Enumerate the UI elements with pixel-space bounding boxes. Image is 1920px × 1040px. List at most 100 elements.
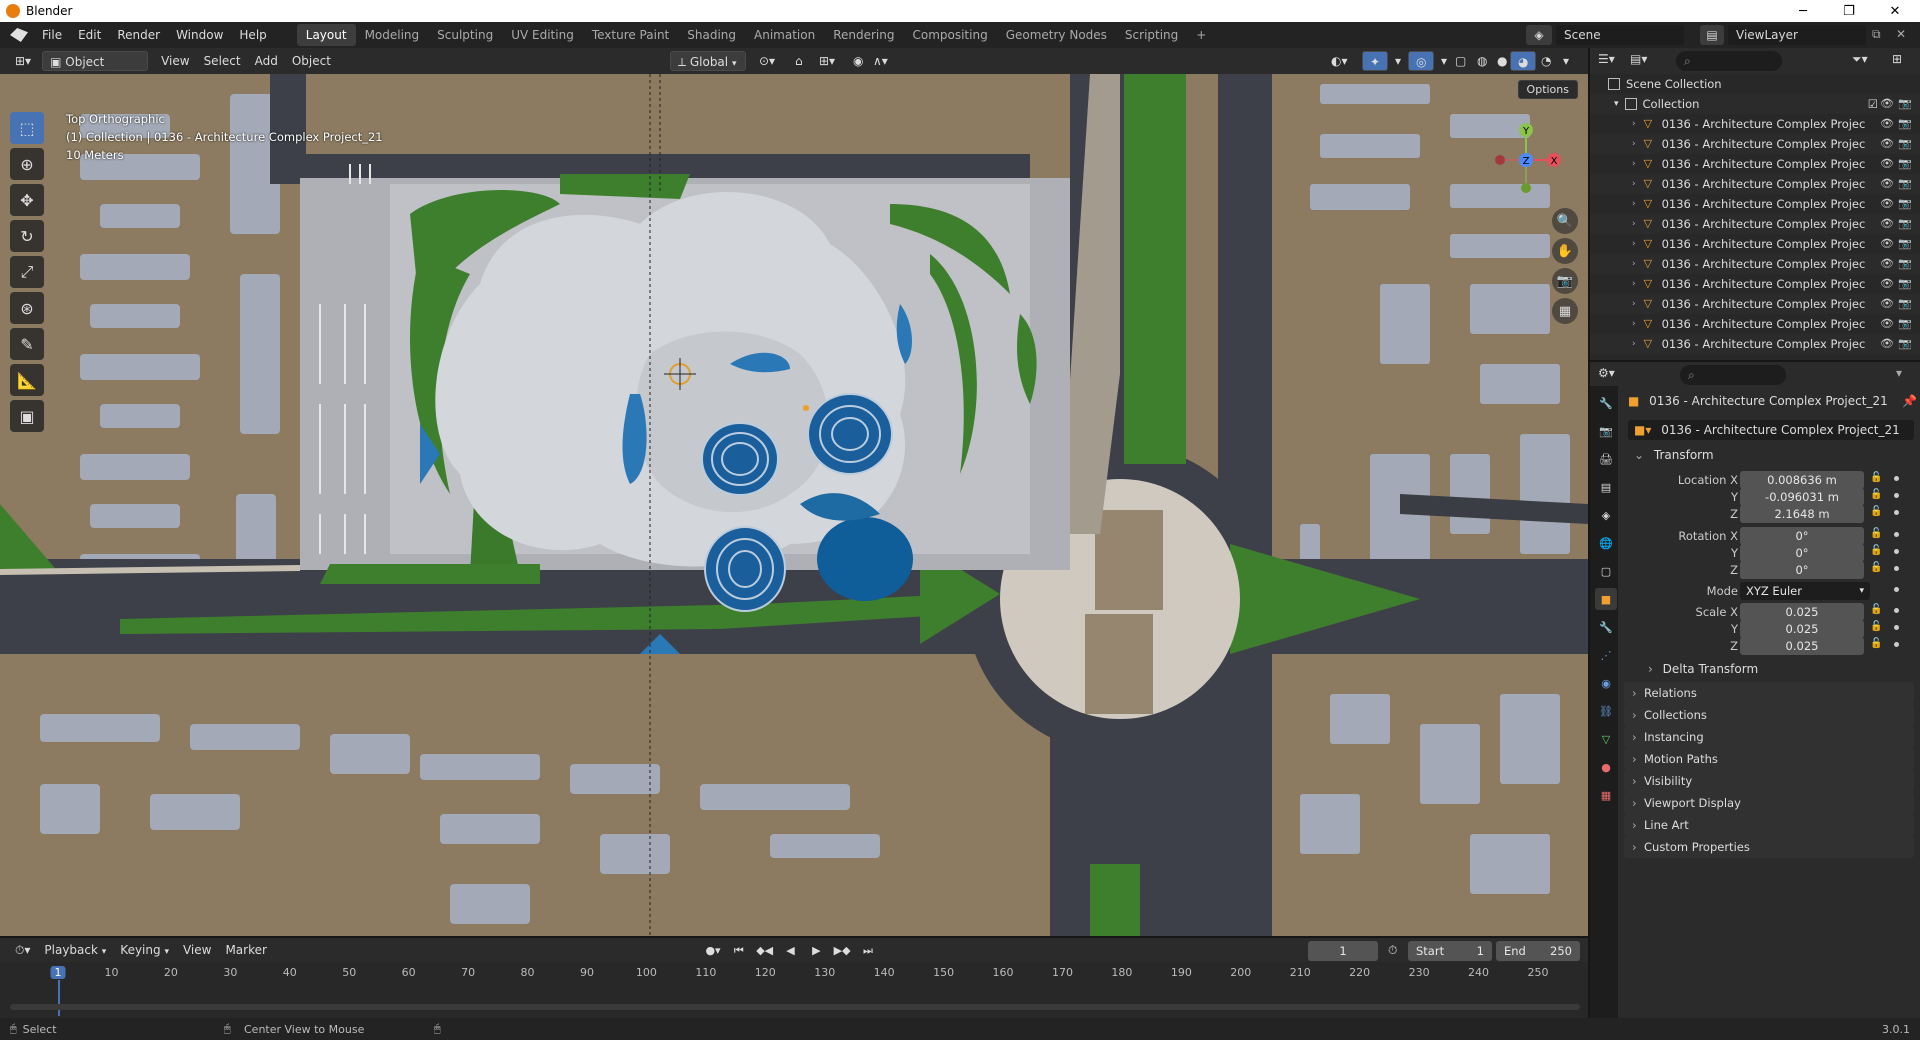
pivot-point-icon[interactable]: ⊙▾ [752,51,782,71]
keyframe-dot-icon[interactable] [1894,510,1899,515]
outliner-scene-collection[interactable]: Scene Collection [1590,74,1920,94]
location-z-field[interactable]: 2.1648 m [1740,505,1864,523]
lock-icon[interactable]: 🔓 [1870,506,1882,517]
tool-tab-icon[interactable]: 🔧 [1595,392,1617,414]
render-camera-icon[interactable]: 📷 [1898,174,1912,194]
lock-icon[interactable]: 🔓 [1870,638,1882,649]
expand-arrow-icon[interactable]: › [1632,314,1636,334]
material-tab-icon[interactable]: ● [1595,756,1617,778]
eye-icon[interactable]: 👁 [1880,134,1894,154]
options-button[interactable]: Options [1517,80,1578,99]
outliner-editor-icon[interactable]: ☰▾ [1598,52,1615,66]
editor-type-icon[interactable]: ⊞▾ [8,51,38,71]
render-camera-icon[interactable]: 📷 [1898,114,1912,134]
keyframe-dot-icon[interactable] [1894,532,1899,537]
eye-icon[interactable]: 👁 [1880,194,1894,214]
material-preview-icon[interactable]: ◕ [1510,51,1537,71]
rotation-z-field[interactable]: 0° [1740,561,1864,579]
select-box-icon[interactable]: ⬚ [10,112,44,144]
render-camera-icon[interactable]: 📷 [1898,214,1912,234]
expand-arrow-icon[interactable]: › [1632,174,1636,194]
particles-tab-icon[interactable]: ⋰ [1595,644,1617,666]
transform-orientation-dropdown[interactable]: ⟂ Global ▾ [670,51,746,71]
eye-icon[interactable]: 👁 [1880,314,1894,334]
transform-panel-header[interactable]: ⌄ Transform [1634,448,1714,462]
prev-keyframe-icon[interactable]: ◆◀ [754,941,776,959]
lock-icon[interactable]: 🔓 [1870,528,1882,539]
pan-hand-icon[interactable]: ✋ [1552,238,1578,264]
display-mode-icon[interactable]: ▤▾ [1630,52,1647,66]
render-camera-icon[interactable]: 📷 [1898,254,1912,274]
zoom-icon[interactable]: 🔍 [1552,208,1578,234]
frame-ruler[interactable]: 1 10 20 30 40 50 60 70 80 90 100 110 120 130 140 150 160… [0,962,1588,1016]
panel-custom-properties[interactable]: Custom Properties [1624,836,1914,858]
expand-arrow-icon[interactable]: › [1632,294,1636,314]
render-camera-icon[interactable]: 📷 [1898,274,1912,294]
scene-tab-icon[interactable]: ◈ [1595,504,1617,526]
checkbox-icon[interactable]: ☑ [1868,94,1878,114]
outliner-collection[interactable]: ▾ Collection ☑ 👁 📷 [1590,94,1920,114]
cursor-icon[interactable]: ⊕ [10,148,44,180]
chevron-down-icon[interactable]: ▾ [1896,366,1902,380]
tab-animation[interactable]: Animation [745,24,824,46]
render-camera-icon[interactable]: 📷 [1898,94,1912,114]
menu-select[interactable]: Select [197,51,248,71]
timeline-editor-icon[interactable]: ⏱▾ [8,940,37,960]
outliner-object-row[interactable]: › ▽ 0136 - Architecture Complex Projec 👁 📷 [1590,114,1920,134]
keyframe-dot-icon[interactable] [1894,625,1899,630]
lock-icon[interactable]: 🔓 [1870,621,1882,632]
outliner-object-row[interactable]: › ▽ 0136 - Architecture Complex Projec 👁 📷 [1590,174,1920,194]
render-camera-icon[interactable]: 📷 [1898,194,1912,214]
object-name-field[interactable]: ■▾ 0136 - Architecture Complex Project_2… [1628,420,1914,440]
keyframe-dot-icon[interactable] [1894,476,1899,481]
new-collection-icon[interactable]: ⊞ [1892,52,1902,66]
collection-tab-icon[interactable]: ▢ [1595,560,1617,582]
panel-viewport-display[interactable]: Viewport Display [1624,792,1914,814]
move-icon[interactable]: ✥ [10,184,44,216]
output-tab-icon[interactable]: 🖨 [1595,448,1617,470]
filter-icon[interactable]: ⏷▾ [1852,52,1868,67]
add-cube-icon[interactable]: ▣ [10,400,44,432]
tab-geometry-nodes[interactable]: Geometry Nodes [997,24,1116,46]
tab-uv-editing[interactable]: UV Editing [502,24,583,46]
keyframe-dot-icon[interactable] [1894,642,1899,647]
keyframe-dot-icon[interactable] [1894,549,1899,554]
view-layer-icon[interactable]: ▤ [1700,25,1724,45]
outliner-object-row[interactable]: › ▽ 0136 - Architecture Complex Projec 👁 📷 [1590,194,1920,214]
lock-icon[interactable]: 🔓 [1870,489,1882,500]
panel-instancing[interactable]: Instancing [1624,726,1914,748]
outliner-object-row[interactable]: › ▽ 0136 - Architecture Complex Projec 👁 📷 [1590,294,1920,314]
panel-motion-paths[interactable]: Motion Paths [1624,748,1914,770]
camera-view-icon[interactable]: 📷 [1552,268,1578,294]
3d-viewport[interactable]: Options Top Orthographic (1) Collection … [0,74,1588,936]
overlay-toggle-icon[interactable]: ◎ [1408,51,1435,71]
lock-icon[interactable]: 🔓 [1870,472,1882,483]
object-tab-icon[interactable]: ■ [1595,588,1617,610]
properties-search-input[interactable]: ⌕ [1680,365,1786,385]
render-camera-icon[interactable]: 📷 [1898,294,1912,314]
expand-arrow-icon[interactable]: › [1632,274,1636,294]
menu-marker[interactable]: Marker [218,940,273,960]
panel-line-art[interactable]: Line Art [1624,814,1914,836]
menu-render[interactable]: Render [109,22,168,48]
tab-scripting[interactable]: Scripting [1116,24,1187,46]
transform-icon[interactable]: ⊛ [10,292,44,324]
eye-icon[interactable]: 👁 [1880,114,1894,134]
expand-arrow-icon[interactable]: › [1632,134,1636,154]
view-layer-field[interactable]: ViewLayer [1728,25,1866,45]
add-workspace-button[interactable]: + [1187,24,1215,46]
gizmo-dropdown-icon[interactable]: ▾ [1388,51,1408,71]
keyframe-dot-icon[interactable] [1894,608,1899,613]
render-camera-icon[interactable]: 📷 [1898,234,1912,254]
view-layer-tab-icon[interactable]: ▤ [1595,476,1617,498]
timeline[interactable]: 1 10 20 30 40 50 60 70 80 90 100 110 120 130 140 150 160… [0,962,1588,1018]
scene-icon[interactable]: ◈ [1526,25,1552,45]
render-tab-icon[interactable]: 📷 [1595,420,1617,442]
lock-icon[interactable]: 🔓 [1870,562,1882,573]
new-view-layer-icon[interactable]: ⧉ [1872,27,1881,42]
rendered-shading-icon[interactable]: ◔ [1534,51,1558,71]
tab-compositing[interactable]: Compositing [903,24,996,46]
tab-texture-paint[interactable]: Texture Paint [583,24,678,46]
world-tab-icon[interactable]: 🌐 [1595,532,1617,554]
tab-layout[interactable]: Layout [296,24,356,46]
